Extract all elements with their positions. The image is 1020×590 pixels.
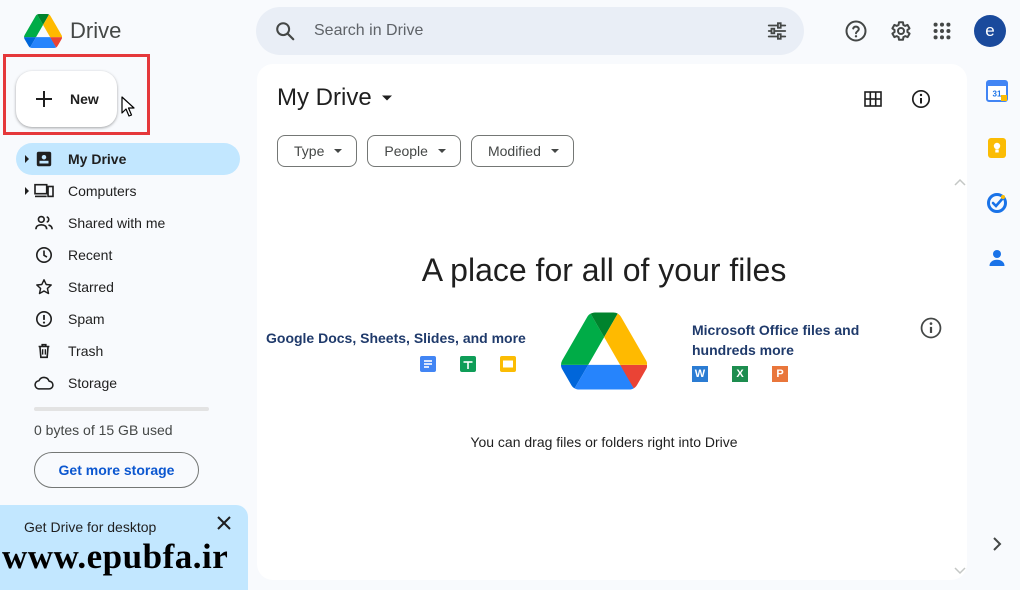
storage-usage-text: 0 bytes of 15 GB used [34, 422, 173, 438]
grid-view-icon [864, 91, 882, 107]
filter-people-chip[interactable]: People [367, 135, 461, 167]
docs-icon [420, 356, 436, 372]
app-title: Drive [70, 18, 122, 43]
apps-button[interactable] [922, 11, 962, 51]
word-icon: W [692, 366, 708, 382]
clock-icon [35, 246, 53, 264]
excel-icon: X [732, 366, 748, 382]
info-icon [911, 89, 931, 109]
empty-state-info-button[interactable] [911, 308, 951, 348]
search-bar[interactable] [256, 7, 804, 55]
filter-type-chip[interactable]: Type [277, 135, 358, 167]
sidebar-item-label: Computers [68, 183, 137, 199]
scroll-down-icon[interactable] [954, 567, 966, 575]
contacts-icon[interactable] [986, 247, 1008, 269]
watermark-text: www.epubfa.ir [2, 537, 229, 576]
shared-icon [35, 215, 53, 230]
info-icon [920, 317, 942, 339]
sidebar-item-trash[interactable]: Trash [16, 335, 240, 367]
chip-caret-icon [550, 149, 559, 153]
plus-icon [36, 91, 52, 107]
new-button[interactable]: New [16, 71, 117, 127]
promo-title: Get Drive for desktop [24, 519, 157, 535]
sidebar-item-label: Storage [68, 375, 118, 391]
sidebar-item-label: Starred [68, 279, 114, 295]
keep-icon[interactable] [986, 137, 1008, 159]
page-title-dropdown[interactable]: My Drive [277, 84, 394, 112]
sidebar-item-label: Trash [68, 343, 104, 359]
drive-logo[interactable]: Drive [24, 12, 121, 50]
sidebar-item-label: Recent [68, 247, 113, 263]
chip-caret-icon [437, 149, 446, 153]
promo-close-button[interactable] [214, 513, 234, 533]
sidebar-item-label: Spam [68, 311, 105, 327]
computers-icon [34, 183, 54, 198]
help-icon [845, 20, 867, 42]
page-title: My Drive [277, 84, 372, 111]
google-docs-caption: Google Docs, Sheets, Slides, and more [266, 330, 526, 346]
search-icon[interactable] [274, 20, 296, 42]
sidebar-nav: My Drive Computers Shared with me Recent… [16, 143, 240, 399]
help-button[interactable] [836, 11, 876, 51]
drag-hint-text: You can drag files or folders right into… [470, 434, 738, 450]
caret-down-icon [381, 95, 392, 101]
my-drive-icon [36, 151, 52, 167]
mouse-cursor-icon [121, 96, 135, 117]
expand-arrow-icon[interactable] [25, 155, 29, 163]
filter-chips: Type People Modified [277, 135, 574, 167]
sheets-icon [460, 356, 476, 372]
details-button[interactable] [901, 79, 941, 119]
sidebar-item-storage[interactable]: Storage [16, 367, 240, 399]
office-files-caption: Microsoft Office files and hundreds more [692, 322, 860, 358]
trash-icon [38, 343, 50, 359]
sidebar-item-computers[interactable]: Computers [16, 175, 240, 207]
filter-modified-chip[interactable]: Modified [470, 135, 574, 167]
spam-icon [35, 310, 53, 328]
sidebar-item-label: My Drive [68, 151, 127, 167]
sidebar-item-spam[interactable]: Spam [16, 303, 240, 335]
tasks-icon[interactable] [986, 192, 1008, 214]
gear-icon [891, 21, 911, 41]
apps-grid-icon [933, 22, 951, 40]
chip-label: Modified [487, 143, 541, 159]
star-icon [36, 279, 52, 295]
side-panel-rail: 31 [978, 0, 1020, 590]
drive-logo-icon [24, 14, 62, 48]
calendar-day-text: 31 [993, 90, 1002, 99]
storage-progress-bar [34, 407, 209, 411]
chevron-right-icon[interactable] [986, 533, 1008, 555]
chip-label: People [384, 143, 428, 159]
sidebar-item-shared[interactable]: Shared with me [16, 207, 240, 239]
chip-label: Type [294, 143, 325, 159]
sidebar-item-label: Shared with me [68, 215, 166, 231]
close-icon [217, 516, 231, 530]
empty-state-title: A place for all of your files [421, 252, 787, 288]
settings-button[interactable] [880, 11, 920, 51]
scroll-up-icon[interactable] [954, 178, 966, 186]
sidebar-item-recent[interactable]: Recent [16, 239, 240, 271]
grid-view-button[interactable] [853, 79, 893, 119]
sidebar-item-starred[interactable]: Starred [16, 271, 240, 303]
calendar-icon[interactable]: 31 [986, 80, 1008, 102]
get-more-storage-button[interactable]: Get more storage [34, 452, 199, 488]
slides-icon [500, 356, 516, 372]
search-options-icon[interactable] [766, 20, 788, 42]
cloud-icon [34, 376, 54, 390]
powerpoint-icon: P [772, 366, 788, 382]
drive-illustration-icon [561, 312, 647, 390]
chip-caret-icon [334, 149, 343, 153]
new-button-label: New [70, 91, 99, 107]
sidebar-item-my-drive[interactable]: My Drive [16, 143, 240, 175]
expand-arrow-icon[interactable] [25, 187, 29, 195]
search-input[interactable] [314, 22, 766, 40]
